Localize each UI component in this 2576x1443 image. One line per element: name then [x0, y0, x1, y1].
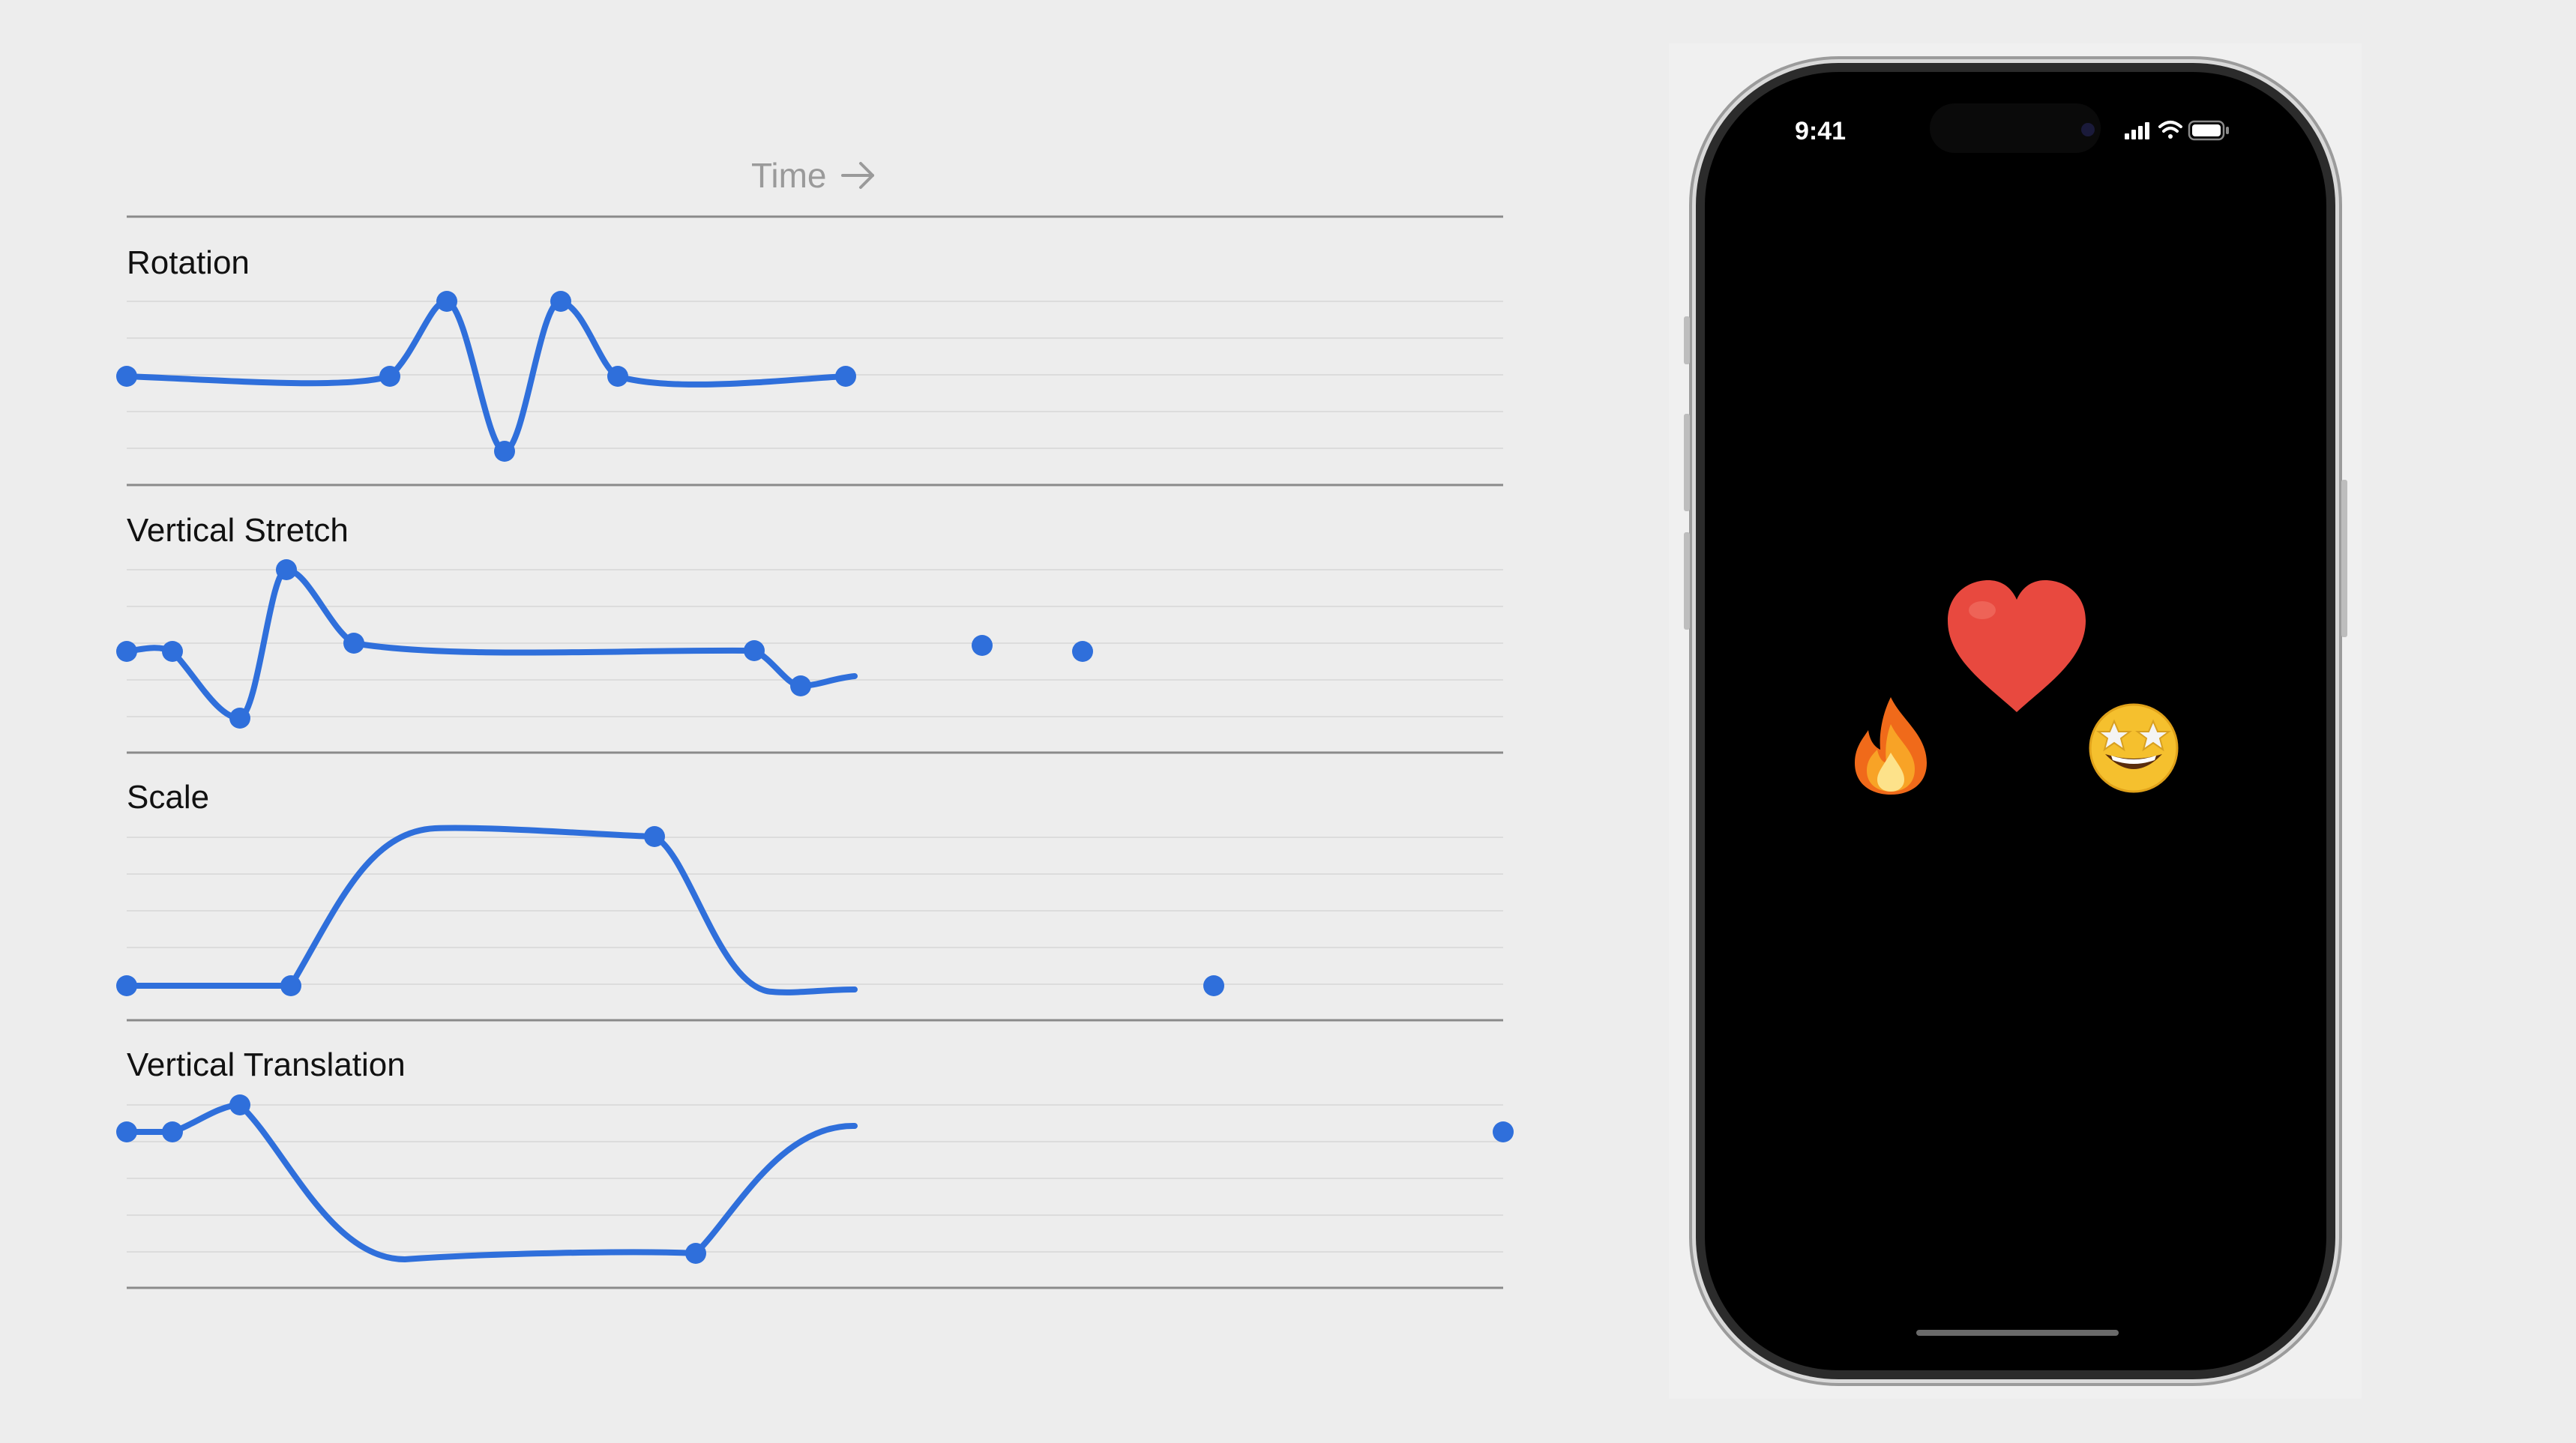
rotation-keyframe-7[interactable] — [835, 366, 856, 387]
rotation-keyframe-4[interactable] — [494, 441, 515, 462]
vertical-stretch-keyframe-8[interactable] — [972, 635, 993, 656]
vertical-translation-keyframe-4[interactable] — [685, 1243, 706, 1264]
track-title-vertical-translation: Vertical Translation — [127, 1046, 406, 1083]
volume-up-button — [1684, 414, 1690, 511]
rotation-keyframe-6[interactable] — [607, 366, 628, 387]
rotation-curve — [124, 298, 849, 455]
fire-emoji — [1855, 697, 1927, 795]
time-arrow-icon — [841, 162, 874, 189]
scale-keyframe-1[interactable] — [116, 975, 137, 996]
status-icons — [2125, 120, 2229, 141]
status-bar-time: 9:41 — [1795, 117, 1847, 145]
rotation-track — [116, 291, 856, 462]
vertical-stretch-keyframe-6[interactable] — [744, 640, 765, 661]
volume-down-button — [1684, 532, 1690, 630]
vertical-stretch-keyframe-2[interactable] — [162, 641, 183, 662]
vertical-stretch-keyframe-5[interactable] — [343, 633, 364, 654]
star-struck-emoji — [2089, 703, 2179, 793]
vertical-translation-keyframe-2[interactable] — [162, 1121, 183, 1142]
rotation-keyframe-5[interactable] — [550, 291, 571, 312]
side-button — [2341, 480, 2347, 637]
vertical-translation-curve — [124, 1101, 858, 1263]
track-dividers — [127, 483, 1503, 1289]
vertical-stretch-keyframe-9[interactable] — [1072, 641, 1093, 662]
vertical-stretch-keyframe-4[interactable] — [276, 559, 297, 580]
track-title-vertical-stretch: Vertical Stretch — [127, 512, 349, 549]
home-indicator[interactable] — [1916, 1330, 2119, 1336]
wifi-icon — [2158, 121, 2182, 139]
time-axis-label: Time — [751, 156, 827, 195]
vertical-stretch-keyframe-3[interactable] — [229, 708, 250, 729]
vertical-stretch-keyframe-7[interactable] — [790, 675, 811, 696]
gridlines — [127, 301, 1503, 1253]
signal-icon — [2125, 122, 2149, 139]
vertical-stretch-keyframe-1[interactable] — [116, 641, 137, 662]
iphone-mockup: 9:41 — [1684, 63, 2347, 1379]
phone-screen: 9:41 — [1705, 72, 2326, 1370]
camera-dot — [2081, 123, 2095, 136]
scale-keyframe-2[interactable] — [280, 975, 301, 996]
rotation-keyframe-2[interactable] — [379, 366, 400, 387]
track-title-scale: Scale — [127, 779, 209, 816]
dynamic-island — [1930, 103, 2101, 153]
action-button — [1684, 316, 1690, 364]
vertical-translation-keyframe-5[interactable] — [1493, 1121, 1514, 1142]
rotation-keyframe-3[interactable] — [436, 291, 457, 312]
heart-emoji — [1948, 580, 2086, 712]
scale-keyframe-3[interactable] — [644, 826, 665, 847]
scale-keyframe-4[interactable] — [1203, 975, 1224, 996]
rotation-keyframe-1[interactable] — [116, 366, 137, 387]
track-title-rotation: Rotation — [127, 244, 250, 281]
vertical-translation-keyframe-1[interactable] — [116, 1121, 137, 1142]
battery-icon — [2188, 120, 2229, 141]
vertical-translation-keyframe-3[interactable] — [229, 1094, 250, 1115]
